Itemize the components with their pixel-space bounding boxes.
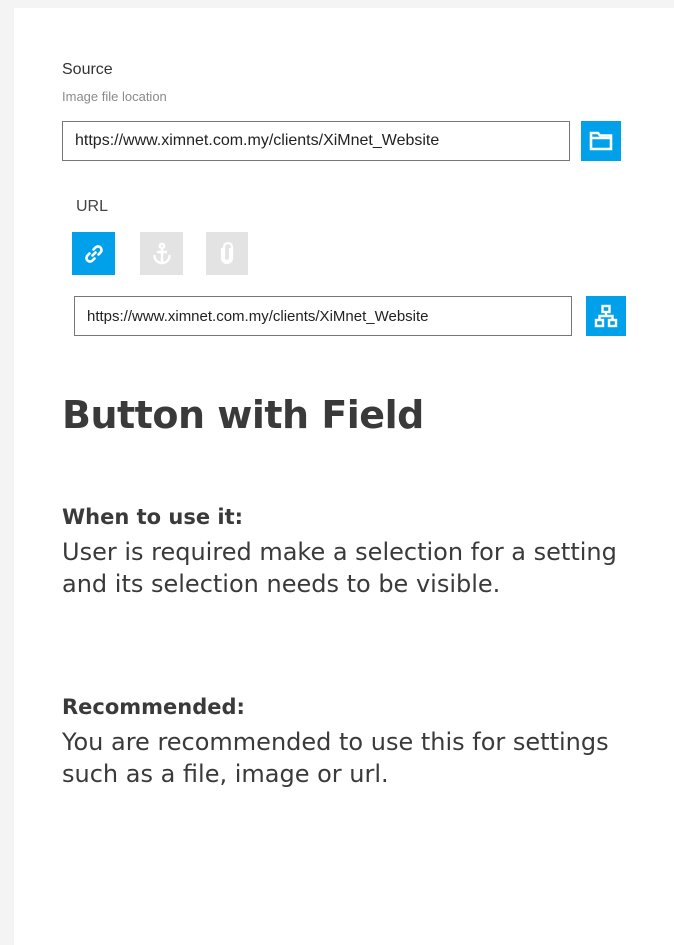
browse-file-button[interactable] bbox=[581, 121, 621, 161]
sitemap-icon bbox=[594, 304, 618, 328]
url-label: URL bbox=[76, 198, 109, 215]
source-label: Source bbox=[62, 61, 113, 78]
paperclip-icon bbox=[220, 241, 234, 264]
anchor-icon bbox=[152, 242, 171, 264]
page-title: Button with Field bbox=[62, 393, 424, 437]
recommended-title: Recommended: bbox=[62, 695, 245, 719]
tab-anchor[interactable] bbox=[140, 232, 183, 275]
link-icon bbox=[84, 244, 103, 263]
folder-icon bbox=[589, 131, 613, 151]
when-to-use-text: User is required make a selection for a … bbox=[62, 538, 617, 598]
source-input[interactable] bbox=[62, 121, 570, 161]
recommended-text: You are recommended to use this for sett… bbox=[62, 728, 609, 788]
when-to-use-title: When to use it: bbox=[62, 505, 244, 529]
source-hint: Image file location bbox=[62, 89, 167, 104]
url-input[interactable] bbox=[74, 296, 572, 336]
browse-sitemap-button[interactable] bbox=[586, 296, 626, 336]
tab-attachment[interactable] bbox=[206, 232, 248, 275]
component-card: Source Image file location URL bbox=[14, 8, 674, 945]
tab-link[interactable] bbox=[72, 232, 115, 275]
